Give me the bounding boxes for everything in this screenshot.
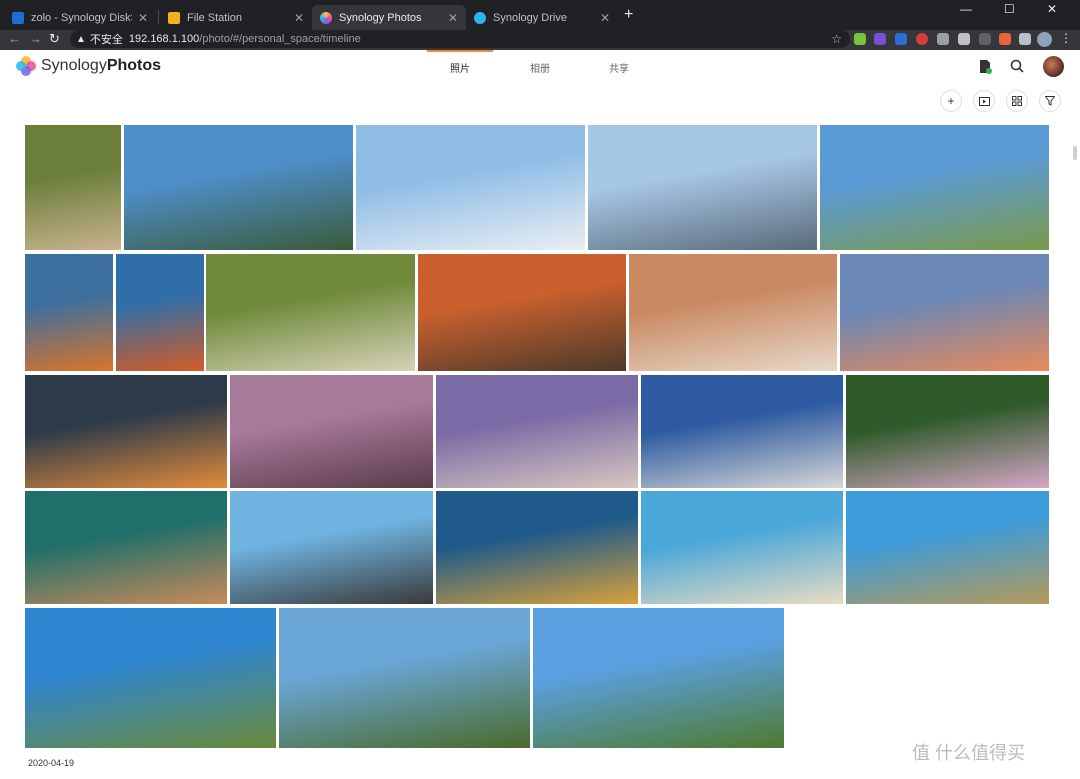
extension-icon[interactable] (854, 33, 866, 45)
puzzle-icon[interactable] (1019, 33, 1031, 45)
reload-icon[interactable]: ↻ (49, 31, 60, 47)
search-icon[interactable] (1008, 59, 1026, 77)
close-icon[interactable]: ✕ (1047, 2, 1057, 16)
photo-thumbnail-beach-kids[interactable] (641, 491, 843, 604)
photo-thumbnail-ferry-harbor[interactable] (25, 254, 113, 371)
more-icon[interactable]: ⋮ (1060, 31, 1072, 45)
photo-thumbnail-sunset-pier[interactable] (840, 254, 1049, 371)
tab-label: Synology Drive (493, 11, 567, 24)
tab-divider (158, 10, 159, 24)
tab-synology-photos[interactable]: Synology Photos ✕ (312, 5, 466, 30)
close-tab-icon[interactable]: ✕ (138, 11, 148, 25)
photo-thumbnail-waves-rocks[interactable] (25, 491, 227, 604)
address-bar[interactable]: ▲ 不安全 192.168.1.100 /photo/#/personal_sp… (70, 30, 850, 48)
watermark: 值 什么值得买 (912, 743, 1026, 763)
brand-name: SynologyPhotos (41, 57, 161, 75)
tab-synology-drive[interactable]: Synology Drive ✕ (466, 5, 618, 30)
tab-diskstation[interactable]: zolo - Synology DiskStation ✕ (4, 5, 156, 30)
drive-favicon-icon (474, 11, 486, 24)
photo-thumbnail-mantis-shrimp-dish[interactable] (629, 254, 837, 371)
plus-icon[interactable]: + (624, 6, 633, 24)
back-icon[interactable]: ← (8, 31, 21, 46)
active-tab-indicator (427, 50, 493, 52)
synology-photos-app: SynologyPhotos 照片 相册 共享 + 2020-04-19 (0, 50, 1080, 779)
photo-thumbnail-selfie-pier-peace-sign[interactable] (124, 125, 353, 250)
extension-icon[interactable] (958, 33, 970, 45)
slideshow-icon[interactable] (973, 90, 995, 112)
photo-thumbnail-coral-underwater[interactable] (436, 491, 638, 604)
download-icon[interactable] (979, 33, 991, 45)
minimize-icon[interactable]: — (960, 2, 972, 16)
url-host: 192.168.1.100 (128, 33, 200, 45)
browser-tab-bar: zolo - Synology DiskStation ✕ File Stati… (0, 0, 1080, 30)
onenote-icon[interactable] (874, 33, 886, 45)
photos-favicon-icon (320, 11, 332, 24)
maximize-icon[interactable]: ☐ (1004, 2, 1015, 16)
filter-icon[interactable] (1039, 90, 1061, 112)
diskstation-favicon-icon (12, 11, 24, 24)
add-icon[interactable]: + (940, 90, 962, 112)
tab-label: Synology Photos (339, 11, 422, 24)
tab-albums[interactable]: 相册 (530, 60, 550, 75)
tab-sharing[interactable]: 共享 (609, 60, 629, 75)
photo-thumbnail-selfie-coast-road[interactable] (820, 125, 1049, 250)
photo-thumbnail-sunset-sea[interactable] (25, 375, 227, 488)
scrollbar-thumb[interactable] (1073, 146, 1077, 160)
insecure-label: 不安全 (89, 34, 123, 46)
photo-thumbnail-walkway-family[interactable] (279, 608, 530, 748)
grid-view-icon[interactable] (1006, 90, 1028, 112)
browser-toolbar: ← → ↻ ▲ 不安全 192.168.1.100 /photo/#/perso… (0, 30, 1080, 50)
tab-label: zolo - Synology DiskStation (31, 11, 132, 24)
photo-thumbnail-selfie-boardwalk-2[interactable] (588, 125, 817, 250)
photo-thumbnail-rock-silhouettes[interactable] (230, 491, 433, 604)
photo-thumbnail-crab-closeup[interactable] (436, 375, 638, 488)
record-icon[interactable] (916, 33, 928, 45)
user-avatar[interactable] (1043, 56, 1064, 77)
date-group-label: 2020-04-19 (28, 758, 75, 768)
photo-thumbnail-beach-tents[interactable] (846, 491, 1049, 604)
brand-bold: Photos (106, 57, 162, 74)
photo-thumbnail-barnacles-dish[interactable] (206, 254, 415, 371)
tab-photos[interactable]: 照片 (450, 60, 470, 75)
bookmark-star-icon[interactable]: ☆ (831, 32, 842, 46)
synology-photos-logo-icon (16, 56, 36, 76)
close-tab-icon[interactable]: ✕ (600, 11, 610, 25)
url-path: /photo/#/personal_space/timeline (199, 33, 361, 45)
brand-light: Synology (41, 57, 107, 74)
photo-thumbnail-boat-deck[interactable] (116, 254, 204, 371)
warning-icon: ▲ (76, 33, 86, 45)
task-icon[interactable] (976, 59, 994, 77)
close-tab-icon[interactable]: ✕ (294, 11, 304, 25)
tab-label: File Station (187, 11, 243, 24)
photo-thumbnail-plaza-umbrella[interactable] (533, 608, 784, 748)
photo-thumbnail-street-palms[interactable] (25, 608, 276, 748)
photo-thumbnail-dried-fish[interactable] (230, 375, 433, 488)
shield-icon[interactable] (895, 33, 907, 45)
extension-icon[interactable] (937, 33, 949, 45)
forward-icon[interactable]: → (29, 31, 42, 46)
tab-file-station[interactable]: File Station ✕ (160, 5, 312, 30)
photo-thumbnail-barnacles-in-hand[interactable] (25, 125, 121, 250)
photo-thumbnail-selfie-boardwalk[interactable] (356, 125, 585, 250)
folder-favicon-icon (168, 11, 180, 24)
photo-thumbnail-pink-berries[interactable] (846, 375, 1049, 488)
photo-thumbnail-crab-dish[interactable] (418, 254, 626, 371)
close-tab-icon[interactable]: ✕ (448, 11, 458, 25)
extension-icon[interactable] (999, 33, 1011, 45)
profile-avatar[interactable] (1037, 32, 1052, 47)
photo-thumbnail-fish-market[interactable] (641, 375, 843, 488)
